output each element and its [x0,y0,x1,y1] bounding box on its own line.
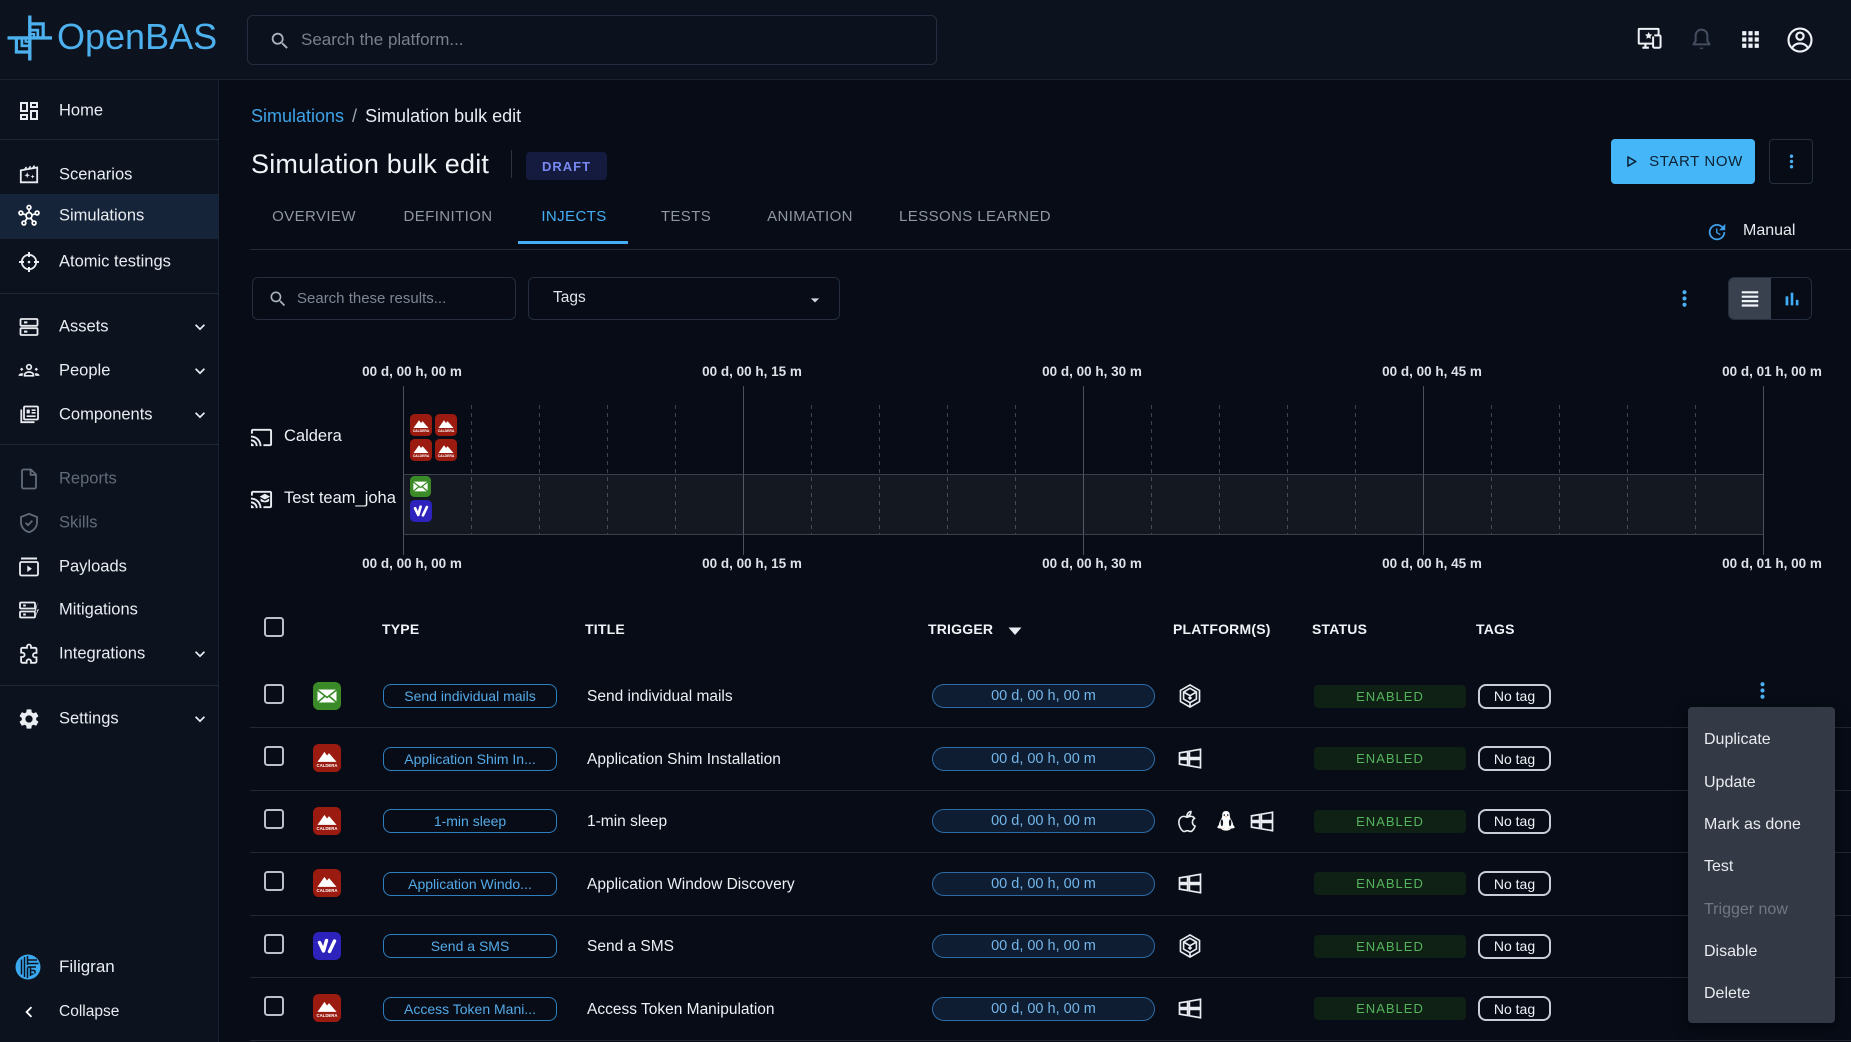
svg-text:CALDERA: CALDERA [316,763,337,768]
svg-text:CALDERA: CALDERA [316,888,337,893]
svg-text:CALDERA: CALDERA [438,429,455,433]
svg-text:CALDERA: CALDERA [316,826,337,831]
svg-text:CALDERA: CALDERA [413,429,430,433]
svg-text:CALDERA: CALDERA [413,454,430,458]
svg-text:CALDERA: CALDERA [438,454,455,458]
svg-text:CALDERA: CALDERA [316,1013,337,1018]
